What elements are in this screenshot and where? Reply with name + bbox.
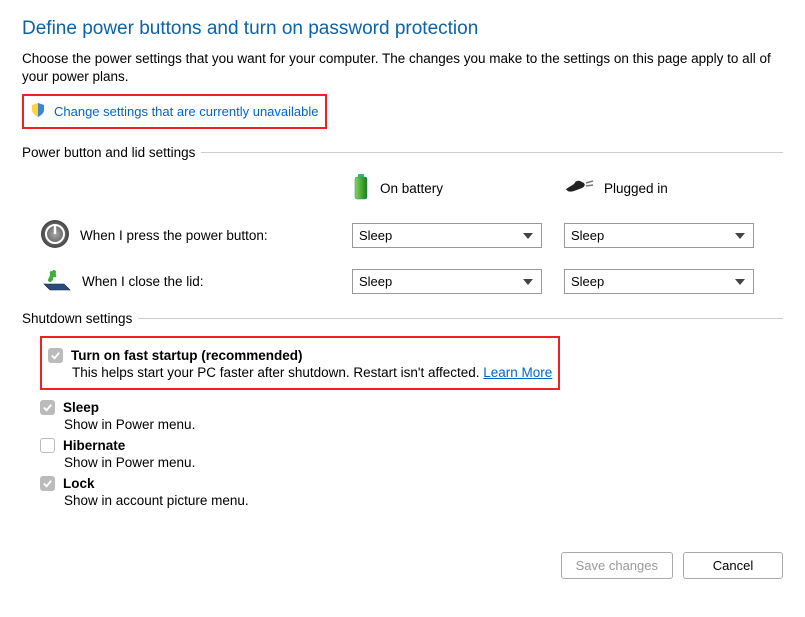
option-lock: Lock Show in account picture menu.	[40, 476, 783, 508]
row-close-lid: When I close the lid:	[40, 268, 340, 295]
checkbox-fast-startup[interactable]	[48, 348, 63, 363]
plug-icon	[564, 179, 594, 198]
select-lid-battery[interactable]: Sleep	[352, 269, 542, 294]
lid-icon	[40, 268, 72, 295]
column-plugged-in-label: Plugged in	[604, 181, 668, 196]
column-on-battery-label: On battery	[380, 181, 443, 196]
page-title: Define power buttons and turn on passwor…	[22, 18, 783, 40]
page-description: Choose the power settings that you want …	[22, 50, 783, 86]
option-lock-sub: Show in account picture menu.	[64, 493, 783, 508]
fieldset-shutdown-settings: Shutdown settings Turn on fast startup (…	[22, 311, 783, 512]
fieldset-power-button-lid: Power button and lid settings On battery	[22, 145, 783, 303]
column-plugged-in: Plugged in	[564, 179, 764, 198]
option-hibernate: Hibernate Show in Power menu.	[40, 438, 783, 470]
checkbox-hibernate[interactable]	[40, 438, 55, 453]
power-button-icon	[40, 219, 70, 252]
option-sleep: Sleep Show in Power menu.	[40, 400, 783, 432]
option-fast-startup-label: Turn on fast startup (recommended)	[71, 348, 303, 363]
option-lock-label: Lock	[63, 476, 95, 491]
option-hibernate-sub: Show in Power menu.	[64, 455, 783, 470]
option-fast-startup: Turn on fast startup (recommended) This …	[48, 348, 552, 380]
highlight-fast-startup: Turn on fast startup (recommended) This …	[40, 336, 560, 390]
checkbox-lock[interactable]	[40, 476, 55, 491]
select-power-battery[interactable]: Sleep	[352, 223, 542, 248]
save-changes-button[interactable]: Save changes	[561, 552, 673, 579]
select-power-plugged[interactable]: Sleep	[564, 223, 754, 248]
checkbox-sleep[interactable]	[40, 400, 55, 415]
battery-icon	[352, 174, 370, 203]
row-power-button: When I press the power button:	[40, 219, 340, 252]
column-on-battery: On battery	[352, 174, 552, 203]
cancel-button[interactable]: Cancel	[683, 552, 783, 579]
option-fast-startup-sub: This helps start your PC faster after sh…	[72, 365, 483, 380]
option-sleep-sub: Show in Power menu.	[64, 417, 783, 432]
row-power-button-label: When I press the power button:	[80, 228, 268, 243]
option-hibernate-label: Hibernate	[63, 438, 125, 453]
legend-power-button-lid: Power button and lid settings	[22, 145, 201, 160]
row-close-lid-label: When I close the lid:	[82, 274, 204, 289]
change-settings-link[interactable]: Change settings that are currently unava…	[54, 104, 319, 119]
button-row: Save changes Cancel	[22, 552, 783, 579]
shield-icon	[30, 102, 46, 121]
option-sleep-label: Sleep	[63, 400, 99, 415]
legend-shutdown-settings: Shutdown settings	[22, 311, 138, 326]
highlight-change-settings: Change settings that are currently unava…	[22, 94, 327, 129]
select-lid-plugged[interactable]: Sleep	[564, 269, 754, 294]
learn-more-link[interactable]: Learn More	[483, 365, 552, 380]
